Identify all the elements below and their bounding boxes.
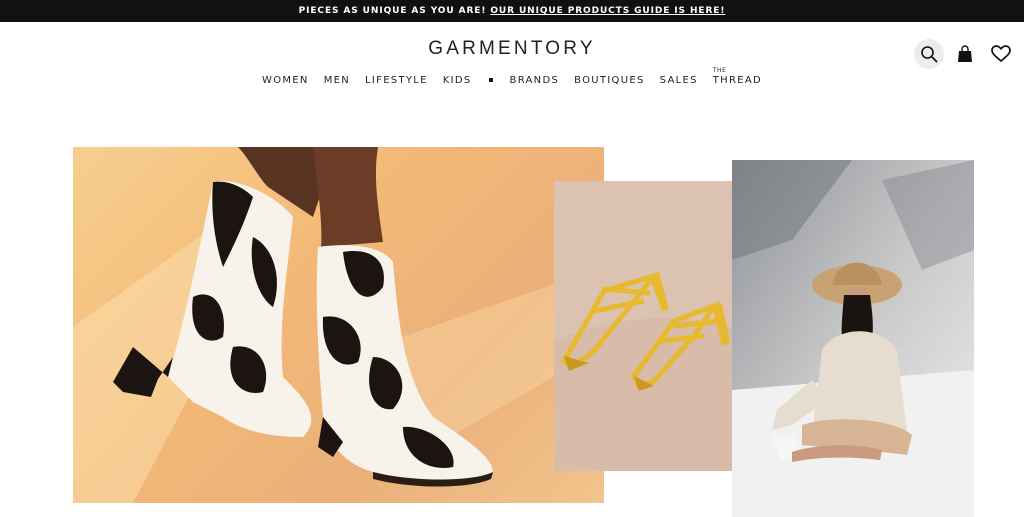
announcement-text: PIECES AS UNIQUE AS YOU ARE! — [298, 6, 487, 16]
nav-item-kids[interactable]: KIDS — [443, 75, 472, 86]
cart-button[interactable] — [950, 39, 980, 69]
woman-in-hat-image[interactable] — [732, 160, 974, 517]
nav-item-brands[interactable]: BRANDS — [510, 75, 560, 86]
nav-item-boutiques[interactable]: BOUTIQUES — [574, 75, 645, 86]
site-logo[interactable]: GARMENTORY — [0, 38, 1024, 60]
sandal-product-image[interactable] — [554, 181, 746, 471]
yellow-sandals-illustration — [554, 181, 746, 471]
announcement-bar: PIECES AS UNIQUE AS YOU ARE! OUR UNIQUE … — [0, 0, 1024, 22]
search-button[interactable] — [914, 39, 944, 69]
search-icon — [921, 46, 938, 63]
nav-item-the-thread[interactable]: THE THREAD — [712, 67, 762, 86]
nav-item-sales[interactable]: SALES — [660, 75, 698, 86]
products-guide-link[interactable]: OUR UNIQUE PRODUCTS GUIDE IS HERE! — [490, 6, 725, 16]
cow-print-boots-illustration — [73, 147, 604, 503]
nav-item-women[interactable]: WOMEN — [262, 75, 309, 86]
wishlist-button[interactable] — [986, 39, 1016, 69]
woman-sitting-illustration — [732, 160, 974, 517]
nav-thread-prefix: THE — [712, 66, 727, 74]
nav-thread-label: THREAD — [712, 74, 762, 86]
shopping-bag-icon — [958, 45, 972, 62]
main-nav: WOMEN MEN LIFESTYLE KIDS BRANDS BOUTIQUE… — [0, 67, 1024, 88]
nav-separator-dot — [488, 78, 493, 82]
nav-item-lifestyle[interactable]: LIFESTYLE — [365, 75, 428, 86]
hero-boots-image[interactable] — [73, 147, 604, 503]
header-icons — [914, 39, 1016, 69]
nav-item-men[interactable]: MEN — [324, 75, 350, 86]
heart-icon — [991, 45, 1011, 63]
